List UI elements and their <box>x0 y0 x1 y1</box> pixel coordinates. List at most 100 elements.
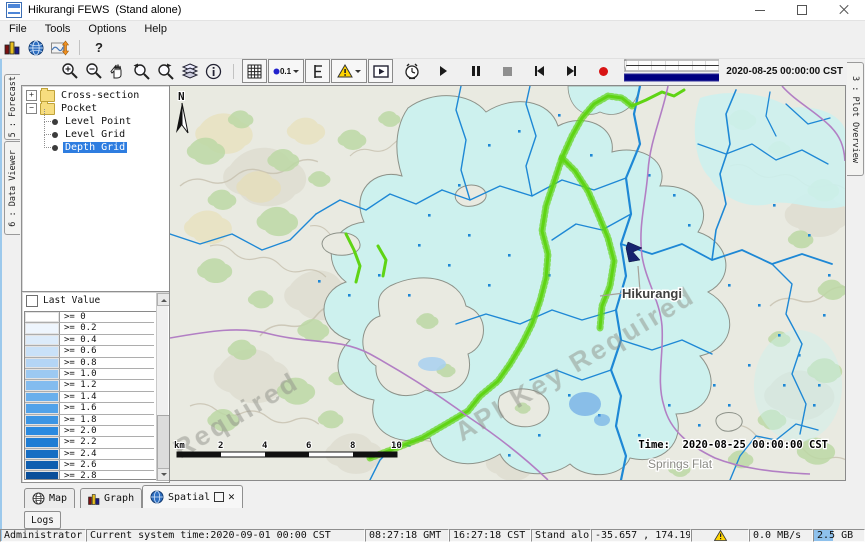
tab-close-icon[interactable]: ✕ <box>228 492 235 502</box>
main-toolbar: ? <box>0 37 865 59</box>
bullet-icon <box>52 119 58 125</box>
minimize-button[interactable] <box>739 0 781 20</box>
legend-row[interactable]: >= 0.2 <box>25 323 154 334</box>
bar-chart-icon <box>88 493 100 505</box>
chevron-down-icon <box>293 70 299 76</box>
scalar-display-button[interactable] <box>0 38 24 57</box>
display-tabs: Map Graph Spatial ✕ <box>0 483 865 509</box>
legend-color-swatch <box>25 426 60 436</box>
status-memory: 2.5 GB <box>813 529 865 542</box>
status-bar: Administrator Current system time:2020-0… <box>0 529 865 542</box>
dot-icon <box>273 68 280 75</box>
pan-button[interactable] <box>106 60 129 82</box>
zoom-next-button[interactable] <box>154 60 177 82</box>
svg-text:4: 4 <box>262 441 268 451</box>
last-value-label: Last Value <box>43 295 100 306</box>
zoom-in-button[interactable] <box>58 60 81 82</box>
interval-value: 0.1 <box>280 67 291 76</box>
menu-file[interactable]: File <box>0 23 36 35</box>
legend-row[interactable]: >= 0.8 <box>25 358 154 369</box>
zoom-previous-button[interactable] <box>130 60 153 82</box>
play-button[interactable] <box>432 60 455 82</box>
info-button[interactable] <box>202 60 225 82</box>
class-interval-dropdown[interactable]: 0.1 <box>268 59 304 83</box>
animation-timer-button[interactable] <box>400 60 423 82</box>
maximize-button[interactable] <box>781 0 823 20</box>
grid-display-button[interactable] <box>242 59 267 83</box>
north-arrow: N <box>176 90 188 133</box>
menu-tools[interactable]: Tools <box>36 23 80 35</box>
tree-item-depth-grid[interactable]: Depth Grid <box>22 141 169 154</box>
tab-graph[interactable]: Graph <box>80 488 142 508</box>
status-gmt-time: 08:27:18 GMT <box>365 529 449 542</box>
legend-row[interactable]: >= 0 <box>25 312 154 323</box>
toolbar-separator <box>233 64 234 79</box>
record-icon <box>599 67 608 76</box>
legend-row-label: >= 0.4 <box>60 335 154 345</box>
layers-button[interactable] <box>178 60 201 82</box>
layers-icon <box>181 62 199 80</box>
legend-row[interactable]: >= 2.8 <box>25 471 154 480</box>
help-icon: ? <box>95 40 103 55</box>
legend-row[interactable]: >= 2.0 <box>25 426 154 437</box>
animation-display-button[interactable] <box>368 59 393 83</box>
legend-row[interactable]: >= 1.0 <box>25 369 154 380</box>
step-forward-button[interactable] <box>560 60 583 82</box>
menu-options[interactable]: Options <box>79 23 135 35</box>
legend-color-swatch <box>25 346 60 356</box>
tab-maximize-icon[interactable] <box>214 492 224 502</box>
map-time-label: Time: 2020-08-25 00:00:00 CST <box>638 439 828 451</box>
toolbar-separator <box>79 40 80 55</box>
legend-row[interactable]: >= 1.2 <box>25 380 154 391</box>
logs-button[interactable]: Logs <box>24 511 61 529</box>
grid-icon <box>247 64 262 79</box>
legend-row[interactable]: >= 0.6 <box>25 346 154 357</box>
close-button[interactable] <box>823 0 865 20</box>
step-back-button[interactable] <box>528 60 551 82</box>
app-logo-icon <box>6 2 22 18</box>
folder-icon <box>40 103 55 115</box>
tab-forecast-label: 5 : Forecast <box>8 76 18 137</box>
legend-row[interactable]: >= 2.6 <box>25 460 154 471</box>
help-button[interactable]: ? <box>87 38 111 57</box>
zoom-out-button[interactable] <box>82 60 105 82</box>
legend-row-label: >= 0 <box>60 312 154 322</box>
tab-plot-overview[interactable]: 3 : Plot Overview <box>847 62 864 176</box>
play-icon <box>440 66 447 76</box>
warnings-dropdown[interactable] <box>331 59 367 83</box>
tab-data-viewer[interactable]: 6 : Data Viewer <box>4 141 20 235</box>
title-bar[interactable]: Hikurangi FEWS (Stand alone) <box>0 0 865 21</box>
tab-forecast[interactable]: 5 : Forecast <box>4 74 20 140</box>
zoom-in-icon <box>61 62 79 80</box>
scale-legend-button[interactable] <box>305 59 330 83</box>
legend-row[interactable]: >= 2.2 <box>25 437 154 448</box>
time-slider[interactable] <box>624 59 719 83</box>
svg-text:6: 6 <box>306 441 311 451</box>
legend-color-swatch <box>25 471 60 480</box>
tab-spatial[interactable]: Spatial ✕ <box>142 485 243 508</box>
legend-row[interactable]: >= 1.6 <box>25 403 154 414</box>
menu-help[interactable]: Help <box>135 23 176 35</box>
tab-map[interactable]: Map <box>24 488 75 508</box>
legend-row[interactable]: >= 2.4 <box>25 449 154 460</box>
legend-row[interactable]: >= 1.4 <box>25 392 154 403</box>
legend-row-label: >= 1.6 <box>60 403 154 413</box>
last-value-checkbox[interactable] <box>26 295 38 307</box>
tree-item-label: Pocket <box>59 103 99 114</box>
current-time-label: 2020-08-25 00:00:00 CST <box>726 66 843 77</box>
legend-scrollbar[interactable] <box>156 293 168 481</box>
expand-icon[interactable]: + <box>26 90 37 101</box>
vertical-scale-icon <box>312 64 324 79</box>
spatial-display-button[interactable] <box>24 38 48 57</box>
profile-display-button[interactable] <box>48 38 72 57</box>
pause-button[interactable] <box>464 60 487 82</box>
legend-row[interactable]: >= 1.8 <box>25 415 154 426</box>
legend-row[interactable]: >= 0.4 <box>25 335 154 346</box>
stop-button[interactable] <box>496 60 519 82</box>
legend-row-label: >= 1.2 <box>60 380 154 390</box>
collapse-icon[interactable]: − <box>26 103 37 114</box>
status-warning[interactable] <box>691 529 749 542</box>
legend-row-label: >= 1.8 <box>60 415 154 425</box>
record-button[interactable] <box>592 60 615 82</box>
map-view[interactable]: API Key Required API Key Required Hikura… <box>169 85 846 481</box>
